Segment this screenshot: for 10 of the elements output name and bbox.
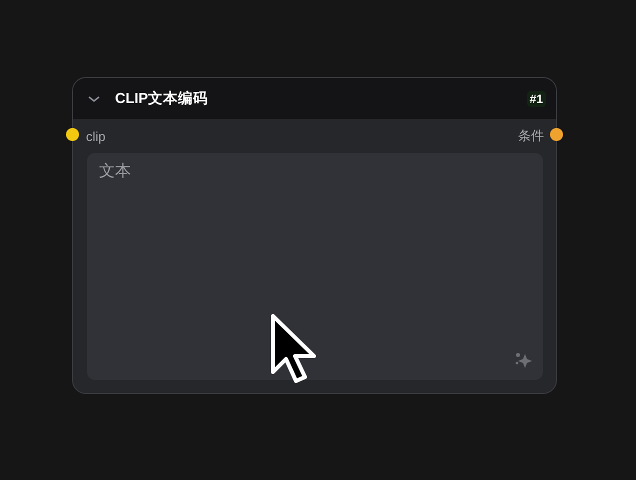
output-label: 条件 <box>518 127 544 145</box>
text-field[interactable]: 文本 <box>87 153 543 380</box>
mouse-pointer-icon <box>270 313 316 385</box>
output-port-dot[interactable] <box>550 128 563 141</box>
node-title: CLIP文本编码 <box>115 90 210 108</box>
chevron-down-icon[interactable] <box>87 94 101 104</box>
input-label: clip <box>86 128 106 144</box>
node-id-badge: #1 <box>526 90 546 106</box>
input-port-dot[interactable] <box>66 128 79 141</box>
sparkle-icon[interactable] <box>513 350 533 370</box>
